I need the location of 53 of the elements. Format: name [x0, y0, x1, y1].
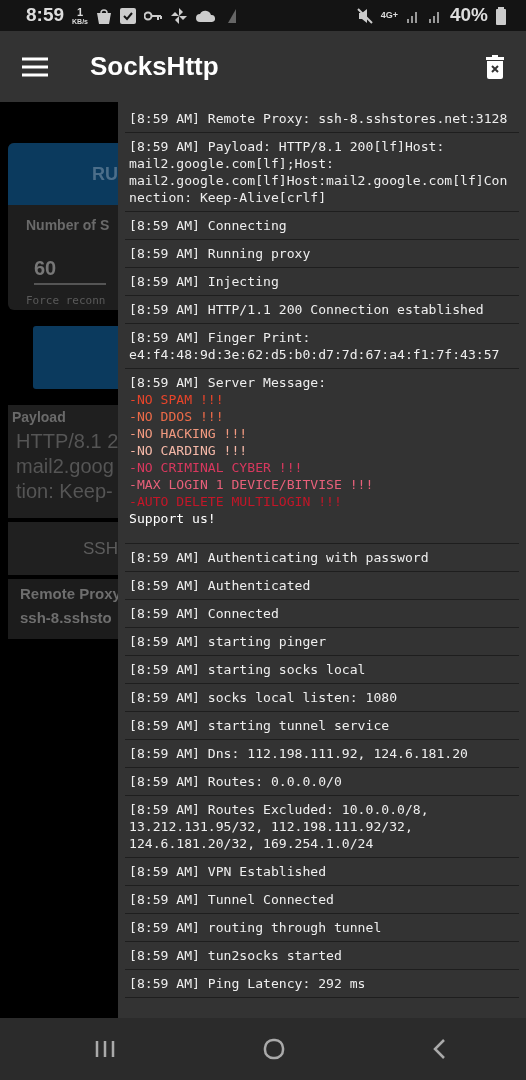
- battery-percent: 40%: [449, 3, 488, 28]
- log-entry: [8:59 AM] Payload: HTTP/8.1 200[lf]Host: mail2.google.com[lf];Host: mail2.google.com[lf]Host:mail2.google.com[lf]Connection: Keep-Alive[crlf]: [125, 133, 519, 212]
- log-entry: [8:59 AM] Routes Excluded: 10.0.0.0/8, 13.212.131.95/32, 112.198.111.92/32, 124.6.181.20/32, 169.254.1.0/24: [125, 796, 519, 858]
- server-message-line: Support us!: [129, 510, 217, 527]
- log-entry: [8:59 AM] Authenticating with password: [125, 544, 519, 572]
- server-message-line: -NO HACKING !!!: [129, 425, 249, 442]
- log-entry: [8:59 AM] tun2socks started: [125, 942, 519, 970]
- payload-label: Payload: [12, 408, 66, 427]
- menu-icon[interactable]: [22, 56, 48, 77]
- app-title: SocksHttp: [90, 50, 220, 83]
- recent-apps-icon[interactable]: [95, 1039, 115, 1059]
- status-time: 8:59: [26, 3, 65, 28]
- ssh-button[interactable]: SSH: [8, 522, 118, 575]
- log-entry: [8:59 AM] socks local listen: 1080: [125, 684, 519, 712]
- pinwheel-icon: [170, 6, 188, 25]
- bag-icon: [96, 7, 112, 24]
- battery-icon: [496, 6, 506, 25]
- log-entry: [8:59 AM] HTTP/1.1 200 Connection established: [125, 296, 519, 324]
- log-entry: [8:59 AM] Dns: 112.198.111.92, 124.6.181.20: [125, 740, 519, 768]
- log-entry: [8:59 AM] VPN Established: [125, 858, 519, 886]
- server-message-line: -AUTO DELETE MULTILOGIN !!!: [129, 493, 343, 510]
- force-reconnect-note: Force reconn: [26, 293, 107, 309]
- log-entry: [8:59 AM] Authenticated: [125, 572, 519, 600]
- log-entry: [8:59 AM] Routes: 0.0.0.0/0: [125, 768, 519, 796]
- log-entry: [8:59 AM] Tunnel Connected: [125, 886, 519, 914]
- trash-icon[interactable]: [486, 54, 504, 79]
- server-message-line: -NO CRIMINAL CYBER !!!: [129, 459, 304, 476]
- server-message-line: -NO DDOS !!!: [129, 408, 225, 425]
- server-message-line: -NO SPAM !!!: [129, 391, 225, 408]
- speed-value: 1: [76, 6, 84, 18]
- log-entry: [8:59 AM] starting socks local: [125, 656, 519, 684]
- log-entry: [8:59 AM] Running proxy: [125, 240, 519, 268]
- log-entry: [8:59 AM] Remote Proxy: ssh-8.sshstores.net:3128: [125, 102, 519, 133]
- mute-icon: [356, 7, 373, 24]
- log-entry: [8:59 AM] routing through tunnel: [125, 914, 519, 942]
- home-icon[interactable]: [262, 1038, 285, 1060]
- log-entry: [8:59 AM] Injecting: [125, 268, 519, 296]
- log-entry: [8:59 AM] Server Message:: [129, 374, 328, 391]
- log-entry: [8:59 AM] Connected: [125, 600, 519, 628]
- server-message-line: -NO CARDING !!!: [129, 442, 249, 459]
- checkbox-icon: [120, 7, 136, 24]
- sessions-label: Number of S: [26, 216, 110, 235]
- cloud-icon: [196, 9, 216, 22]
- log-entry: [8:59 AM] Finger Print: e4:f4:48:9d:3e:62:d5:b0:d7:7d:67:a4:f1:7f:43:57: [125, 324, 519, 369]
- network-label: 4G+: [380, 11, 398, 20]
- log-entry: [8:59 AM] Ping Latency: 292 ms: [125, 970, 519, 998]
- key-icon: [144, 10, 162, 21]
- log-entry: [8:59 AM] starting tunnel service: [125, 712, 519, 740]
- log-entry: [8:59 AM] starting pinger: [125, 628, 519, 656]
- log-entry: [8:59 AM] Connecting: [125, 212, 519, 240]
- server-message-line: -MAX LOGIN 1 DEVICE/BITVISE !!!: [129, 476, 375, 493]
- remote-proxy-value: ssh-8.sshsto: [20, 609, 112, 626]
- back-icon[interactable]: [432, 1038, 446, 1060]
